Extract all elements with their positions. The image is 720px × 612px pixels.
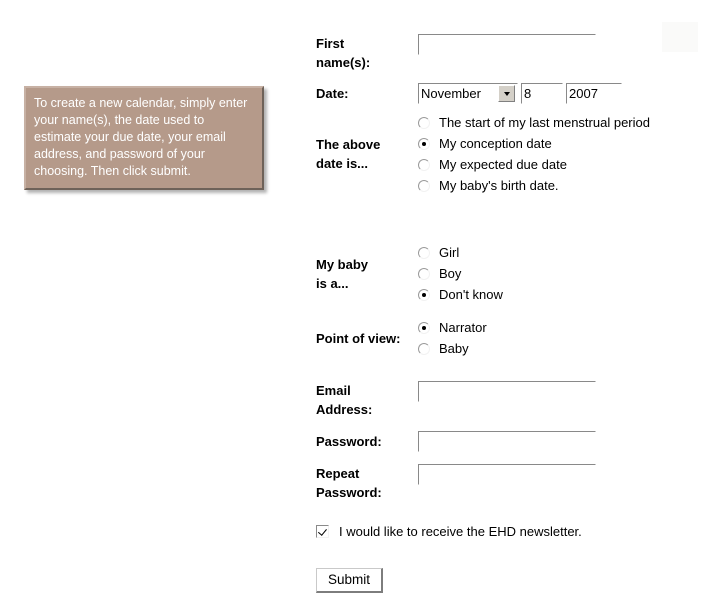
field-row-email: Email Address: — [316, 381, 716, 419]
above-date-radio-group: The start of my last menstrual period My… — [418, 112, 716, 196]
first-name-label-line2: name(s): — [316, 55, 371, 70]
radio-option-girl[interactable]: Girl — [418, 242, 716, 263]
month-select[interactable]: November — [418, 83, 518, 104]
field-row-above-date: The above date is... The start of my las… — [316, 112, 716, 196]
password-label: Password: — [316, 432, 418, 451]
radio-option-boy[interactable]: Boy — [418, 263, 716, 284]
point-of-view-label: Point of view: — [316, 329, 418, 348]
chevron-down-icon[interactable] — [498, 85, 515, 102]
day-input[interactable] — [521, 83, 563, 104]
radio-option-conception[interactable]: My conception date — [418, 133, 716, 154]
radio-icon-due-date[interactable] — [418, 158, 430, 171]
repeat-password-field-wrap — [418, 464, 716, 485]
date-label-text: Date: — [316, 86, 349, 101]
date-label: Date: — [316, 84, 418, 103]
field-row-date: Date: November — [316, 83, 716, 104]
point-of-view-label-text: Point of view: — [316, 330, 401, 346]
radio-icon-lmp[interactable] — [418, 116, 430, 129]
radio-option-dont-know[interactable]: Don't know — [418, 284, 716, 305]
repeat-password-label: Repeat Password: — [316, 464, 418, 502]
baby-is-label-line1: My baby — [316, 256, 369, 272]
email-field-wrap — [418, 381, 716, 402]
radio-label-girl: Girl — [439, 245, 460, 260]
info-callout: To create a new calendar, simply enter y… — [24, 86, 264, 190]
radio-icon-conception[interactable] — [418, 137, 430, 150]
field-row-baby-gender: My baby is a... Girl Boy Don't know — [316, 242, 716, 305]
first-name-input[interactable] — [418, 34, 596, 55]
radio-option-narrator[interactable]: Narrator — [418, 317, 716, 338]
radio-icon-birth-date[interactable] — [418, 179, 430, 192]
newsletter-checkbox-row[interactable]: I would like to receive the EHD newslett… — [316, 524, 716, 539]
radio-label-birth-date: My baby's birth date. — [439, 178, 559, 193]
create-calendar-form: First name(s): Date: November The above — [316, 0, 716, 593]
radio-option-birth-date[interactable]: My baby's birth date. — [418, 175, 716, 196]
radio-icon-narrator[interactable] — [418, 321, 430, 334]
password-label-text: Password: — [316, 434, 382, 449]
radio-icon-girl[interactable] — [418, 246, 430, 259]
password-field-wrap — [418, 431, 716, 452]
first-name-field-wrap — [418, 34, 716, 55]
baby-is-label-line2: is a... — [316, 275, 349, 291]
field-row-first-name: First name(s): — [316, 34, 716, 72]
radio-label-boy: Boy — [439, 266, 462, 281]
radio-icon-boy[interactable] — [418, 267, 430, 280]
baby-gender-radio-group: Girl Boy Don't know — [418, 242, 716, 305]
field-row-repeat-password: Repeat Password: — [316, 464, 716, 502]
field-row-point-of-view: Point of view: Narrator Baby — [316, 317, 716, 359]
newsletter-label: I would like to receive the EHD newslett… — [339, 524, 582, 539]
email-label-line2: Address: — [316, 402, 373, 417]
date-field-wrap: November — [418, 83, 716, 104]
radio-option-baby[interactable]: Baby — [418, 338, 716, 359]
submit-row: Submit — [316, 568, 716, 593]
password-input[interactable] — [418, 431, 596, 452]
radio-icon-dont-know[interactable] — [418, 288, 430, 301]
radio-label-baby: Baby — [439, 341, 469, 356]
radio-icon-baby[interactable] — [418, 342, 430, 355]
first-name-label-line1: First — [316, 36, 345, 51]
radio-label-lmp: The start of my last menstrual period — [439, 115, 650, 130]
newsletter-checkbox-icon[interactable] — [316, 525, 329, 538]
above-date-label: The above date is... — [316, 135, 418, 173]
radio-option-lmp[interactable]: The start of my last menstrual period — [418, 112, 716, 133]
point-of-view-radio-group: Narrator Baby — [418, 317, 716, 359]
repeat-password-input[interactable] — [418, 464, 596, 485]
radio-option-due-date[interactable]: My expected due date — [418, 154, 716, 175]
radio-label-narrator: Narrator — [439, 320, 487, 335]
field-row-password: Password: — [316, 431, 716, 452]
email-label-line1: Email — [316, 383, 351, 398]
radio-label-dont-know: Don't know — [439, 287, 503, 302]
above-date-label-line2: date is... — [316, 156, 369, 171]
year-input[interactable] — [566, 83, 622, 104]
repeat-password-label-line2: Password: — [316, 485, 382, 500]
month-select-value: November — [421, 86, 481, 101]
submit-button[interactable]: Submit — [316, 568, 384, 593]
baby-is-label: My baby is a... — [316, 255, 418, 293]
radio-label-conception: My conception date — [439, 136, 552, 151]
radio-label-due-date: My expected due date — [439, 157, 567, 172]
email-input[interactable] — [418, 381, 596, 402]
first-name-label: First name(s): — [316, 34, 418, 72]
repeat-password-label-line1: Repeat — [316, 466, 360, 481]
info-callout-text: To create a new calendar, simply enter y… — [34, 96, 248, 178]
above-date-label-line1: The above — [316, 137, 381, 152]
email-label: Email Address: — [316, 381, 418, 419]
